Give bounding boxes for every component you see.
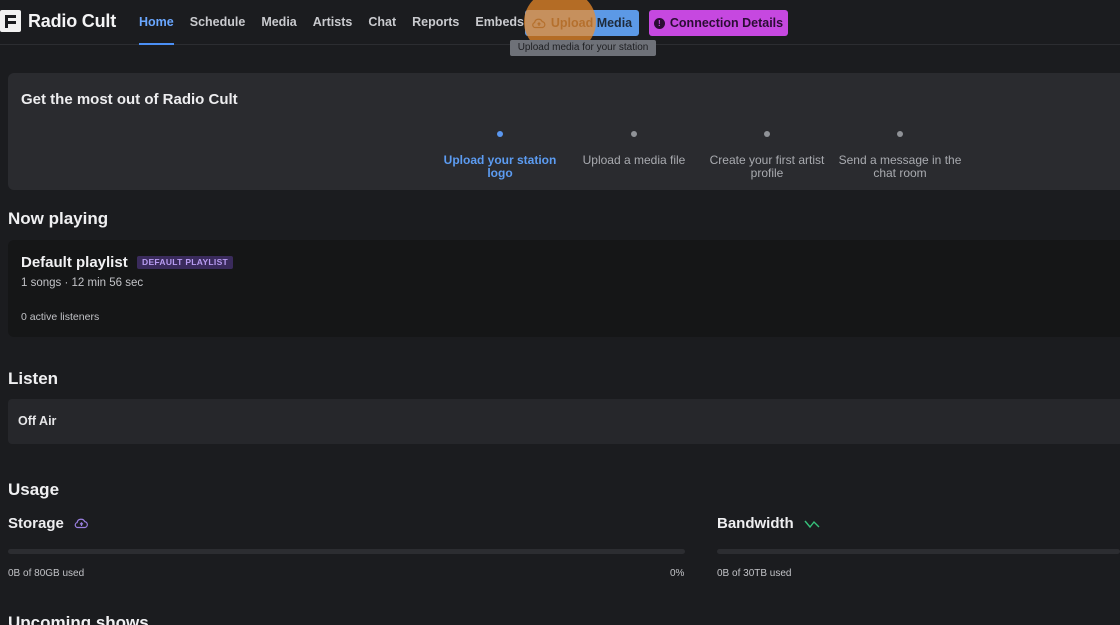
onboarding-step[interactable]: Create your first artist profile bbox=[702, 131, 832, 180]
main-nav: Home Schedule Media Artists Chat Reports… bbox=[131, 0, 532, 45]
connection-details-button[interactable]: ! Connection Details bbox=[649, 10, 788, 36]
info-icon: ! bbox=[653, 17, 665, 29]
onboarding-step[interactable]: Send a message in the chat room bbox=[835, 131, 965, 180]
radio-cult-logo-icon bbox=[0, 10, 21, 32]
onboarding-step[interactable]: Upload your station logo bbox=[435, 131, 565, 180]
trend-line-icon bbox=[804, 520, 820, 528]
active-listeners: 0 active listeners bbox=[21, 311, 100, 323]
step-dot bbox=[764, 131, 770, 137]
bandwidth-progress-bar bbox=[717, 549, 1120, 554]
logo[interactable]: Radio Cult bbox=[0, 10, 116, 32]
broadcast-status: Off Air bbox=[18, 414, 57, 428]
default-playlist-badge: DEFAULT PLAYLIST bbox=[137, 256, 234, 269]
storage-title: Storage bbox=[8, 515, 89, 532]
upload-media-label: Upload Media bbox=[550, 16, 633, 30]
now-playing-card: Default playlist DEFAULT PLAYLIST 1 song… bbox=[8, 240, 1120, 337]
onboarding-title: Get the most out of Radio Cult bbox=[21, 91, 238, 108]
upload-tooltip: Upload media for your station bbox=[510, 40, 656, 56]
step-label: Send a message in the chat room bbox=[838, 153, 962, 180]
nav-reports[interactable]: Reports bbox=[404, 0, 467, 45]
bandwidth-title: Bandwidth bbox=[717, 515, 820, 532]
nav-embeds[interactable]: Embeds bbox=[467, 0, 532, 45]
cloud-upload-icon bbox=[532, 18, 546, 28]
step-dot bbox=[497, 131, 503, 137]
cloud-upload-icon bbox=[74, 518, 88, 529]
step-dot bbox=[631, 131, 637, 137]
onboarding-step[interactable]: Upload a media file bbox=[569, 131, 699, 167]
nav-artists[interactable]: Artists bbox=[305, 0, 361, 45]
listen-heading: Listen bbox=[8, 369, 59, 388]
step-label: Create your first artist profile bbox=[709, 153, 825, 180]
step-label: Upload your station logo bbox=[443, 153, 557, 180]
nav-media[interactable]: Media bbox=[253, 0, 304, 45]
storage-progress-bar bbox=[8, 549, 685, 554]
storage-used: 0B of 80GB used bbox=[8, 568, 85, 579]
nav-home[interactable]: Home bbox=[131, 0, 182, 45]
upcoming-shows-heading: Upcoming shows bbox=[8, 613, 149, 625]
playlist-meta: 1 songs · 12 min 56 sec bbox=[21, 277, 144, 289]
storage-label: Storage bbox=[8, 515, 64, 532]
storage-percent: 0% bbox=[670, 568, 685, 579]
connection-details-label: Connection Details bbox=[669, 16, 784, 30]
app-name: Radio Cult bbox=[28, 10, 116, 31]
listen-player[interactable]: Off Air bbox=[8, 399, 1120, 444]
step-label: Upload a media file bbox=[582, 153, 686, 167]
step-dot bbox=[897, 131, 903, 137]
upload-media-button[interactable]: Upload Media bbox=[525, 10, 639, 36]
playlist-name[interactable]: Default playlist bbox=[21, 254, 128, 271]
usage-heading: Usage bbox=[8, 480, 60, 499]
bandwidth-used: 0B of 30TB used bbox=[717, 568, 792, 579]
onboarding-card: Get the most out of Radio Cult Upload yo… bbox=[8, 73, 1120, 190]
bandwidth-label: Bandwidth bbox=[717, 515, 794, 532]
now-playing-heading: Now playing bbox=[8, 209, 109, 228]
nav-chat[interactable]: Chat bbox=[360, 0, 404, 45]
nav-schedule[interactable]: Schedule bbox=[182, 0, 254, 45]
